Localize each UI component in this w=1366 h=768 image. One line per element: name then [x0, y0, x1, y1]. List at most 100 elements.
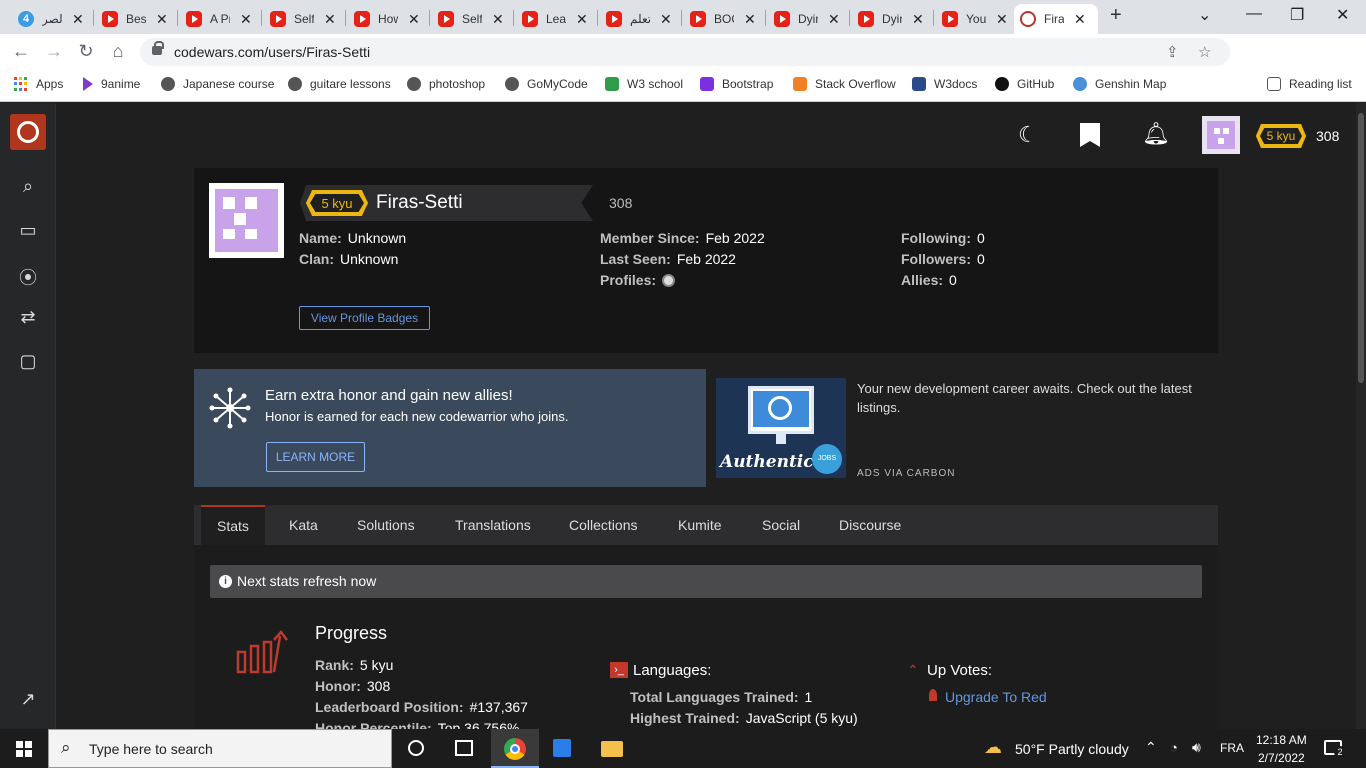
close-tab-icon[interactable]: ✕ — [324, 11, 336, 28]
close-tab-icon[interactable]: ✕ — [408, 11, 420, 28]
bookmark-item[interactable]: 9anime — [83, 77, 140, 91]
bookmark-star-icon[interactable]: ☆ — [1198, 43, 1211, 61]
notifications-icon[interactable]: 2 — [1324, 740, 1346, 758]
reading-list[interactable]: Reading list — [1267, 77, 1352, 91]
volume-icon[interactable]: 🔊︎ — [1192, 739, 1201, 756]
bookmark-item[interactable]: Stack Overflow — [793, 77, 896, 91]
close-tab-icon[interactable]: ✕ — [492, 11, 504, 28]
chrome-taskbar-icon[interactable] — [491, 729, 539, 768]
close-tab-icon[interactable]: ✕ — [828, 11, 840, 28]
browser-tab[interactable]: A Pr✕ — [180, 4, 258, 34]
reload-icon[interactable]: ↻ — [75, 41, 97, 62]
user-avatar[interactable] — [1202, 116, 1240, 154]
chevron-up-icon[interactable]: ⌃ — [1145, 739, 1157, 756]
tab-stats[interactable]: Stats — [201, 505, 265, 545]
ad-image[interactable]: Authentic JOBS — [716, 378, 846, 478]
close-tab-icon[interactable]: ✕ — [996, 11, 1008, 28]
close-tab-icon[interactable]: ✕ — [240, 11, 252, 28]
chat-icon[interactable]: ▢ — [16, 351, 40, 373]
tab-kata[interactable]: Kata — [289, 505, 318, 545]
tab-translations[interactable]: Translations — [455, 505, 531, 545]
rss-feed-icon[interactable]: ⦿ — [16, 264, 40, 288]
ads-via-carbon[interactable]: ADS VIA CARBON — [857, 468, 955, 479]
trending-up-icon[interactable]: ↗ — [16, 689, 40, 711]
restore-icon[interactable]: ❐ — [1290, 5, 1304, 25]
language-indicator[interactable]: FRA — [1220, 741, 1244, 755]
leaderboard-row: Leaderboard Position: #137,367 — [315, 699, 528, 715]
browser-tab-active[interactable]: Fira ✕ — [1014, 4, 1098, 34]
new-tab-icon[interactable]: + — [1110, 4, 1122, 27]
bookmark-item[interactable]: photoshop — [407, 77, 485, 91]
address-bar[interactable]: codewars.com/users/Firas-Setti ⇪ ☆ — [140, 38, 1230, 66]
browser-tab[interactable]: Lear✕ — [516, 4, 594, 34]
ad-text[interactable]: Your new development career awaits. Chec… — [857, 379, 1197, 417]
ribbon-icon — [929, 689, 937, 701]
page-scrollbar[interactable] — [1356, 103, 1366, 729]
share-icon[interactable]: ⇪ — [1166, 43, 1179, 61]
browser-tab[interactable]: Dyin✕ — [852, 4, 930, 34]
browser-tab[interactable]: 4الصر✕ — [12, 4, 90, 34]
notifications-bell-icon[interactable]: 🔔︎ — [1142, 121, 1170, 147]
media-player-icon[interactable] — [553, 739, 571, 757]
codewars-icon — [1020, 11, 1036, 27]
tab-search-icon[interactable]: ⌄ — [1198, 5, 1211, 25]
browser-tab[interactable]: How ✕ — [348, 4, 426, 34]
bookmark-item[interactable]: guitare lessons — [288, 77, 391, 91]
github-icon[interactable] — [662, 274, 676, 287]
windows-start-icon[interactable] — [16, 741, 32, 757]
bookmark-item[interactable]: W3docs — [912, 77, 977, 91]
tab-collections[interactable]: Collections — [569, 505, 637, 545]
close-tab-icon[interactable]: ✕ — [1074, 11, 1086, 28]
weather-text[interactable]: 50°F Partly cloudy — [1015, 741, 1129, 757]
back-icon[interactable]: ← — [10, 41, 32, 62]
browser-tab[interactable]: Dyin✕ — [768, 4, 846, 34]
stackoverflow-icon — [793, 77, 807, 91]
bookmark-item[interactable]: GitHub — [995, 77, 1054, 91]
close-tab-icon[interactable]: ✕ — [72, 11, 84, 28]
clock-date[interactable]: 2/7/2022 — [1258, 751, 1305, 765]
youtube-icon — [942, 11, 958, 27]
browser-tab[interactable]: You ✕ — [936, 4, 1014, 34]
close-tab-icon[interactable]: ✕ — [912, 11, 924, 28]
bookmark-icon[interactable] — [1080, 123, 1100, 147]
bookmark-apps[interactable]: Apps — [14, 77, 63, 91]
close-tab-icon[interactable]: ✕ — [660, 11, 672, 28]
search-icon[interactable]: ⌕ — [16, 176, 40, 198]
minimize-icon[interactable]: — — [1246, 5, 1262, 23]
dark-mode-moon-icon[interactable]: ☾ — [1018, 122, 1038, 148]
book-icon[interactable]: ▭ — [16, 220, 40, 242]
forward-icon[interactable]: → — [43, 41, 65, 62]
browser-tab[interactable]: Self ✕ — [264, 4, 342, 34]
cortana-icon[interactable] — [408, 740, 424, 756]
close-window-icon[interactable]: ✕ — [1336, 5, 1349, 25]
browser-tab[interactable]: Best✕ — [96, 4, 174, 34]
clock-time[interactable]: 12:18 AM — [1256, 733, 1307, 747]
network-wifi-icon[interactable]: ◔ — [1170, 740, 1178, 755]
browser-tab[interactable]: تعلم ✕ — [600, 4, 678, 34]
tab-discourse[interactable]: Discourse — [839, 505, 901, 545]
url-text[interactable]: codewars.com/users/Firas-Setti — [174, 44, 370, 60]
file-explorer-icon[interactable] — [601, 741, 623, 757]
codewars-logo-icon[interactable] — [10, 114, 46, 150]
learn-more-button[interactable]: LEARN MORE — [266, 442, 365, 472]
youtube-icon — [270, 11, 286, 27]
bookmark-item[interactable]: Genshin Map — [1073, 77, 1166, 91]
tab-solutions[interactable]: Solutions — [357, 505, 415, 545]
browser-tab[interactable]: BOO✕ — [684, 4, 762, 34]
tab-kumite[interactable]: Kumite — [678, 505, 722, 545]
bookmark-item[interactable]: Japanese course — [161, 77, 274, 91]
taskbar-search-input[interactable]: ⌕ Type here to search — [48, 729, 392, 768]
close-tab-icon[interactable]: ✕ — [156, 11, 168, 28]
home-icon[interactable]: ⌂ — [107, 41, 129, 62]
bookmark-item[interactable]: Bootstrap — [700, 77, 773, 91]
close-tab-icon[interactable]: ✕ — [744, 11, 756, 28]
bookmark-item[interactable]: W3 school — [605, 77, 683, 91]
view-profile-badges-button[interactable]: View Profile Badges — [299, 306, 430, 330]
bookmark-item[interactable]: GoMyCode — [505, 77, 588, 91]
browser-tab[interactable]: Self ✕ — [432, 4, 510, 34]
practice-loop-icon[interactable]: ⇄ — [16, 307, 40, 329]
upgrade-to-red-link[interactable]: Upgrade To Red — [945, 689, 1047, 705]
task-view-icon[interactable] — [455, 740, 473, 756]
close-tab-icon[interactable]: ✕ — [576, 11, 588, 28]
tab-social[interactable]: Social — [762, 505, 800, 545]
